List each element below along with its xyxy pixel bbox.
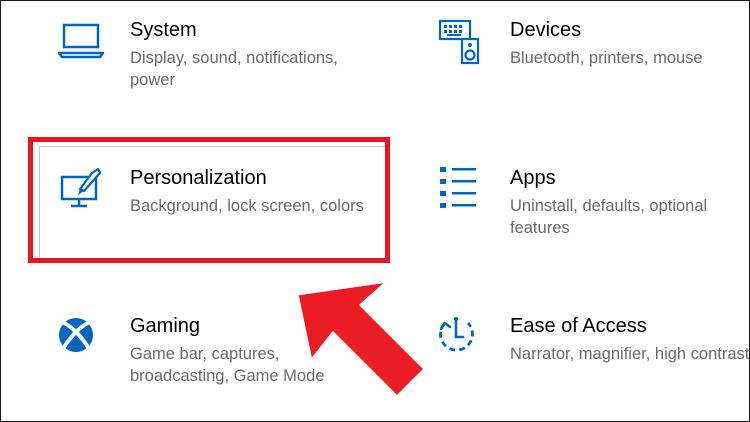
tile-description: Uninstall, defaults, optional features	[510, 197, 708, 237]
tile-description: Narrator, magnifier, high contrast	[510, 345, 750, 363]
settings-tile-devices[interactable]: Devices Bluetooth, printers, mouse	[436, 19, 749, 129]
tile-title: Personalization	[130, 167, 267, 189]
settings-window: System Display, sound, notifications, po…	[0, 0, 750, 422]
tile-title: System	[130, 19, 197, 41]
settings-tile-system[interactable]: System Display, sound, notifications, po…	[56, 19, 386, 129]
keyboard-speaker-icon	[436, 19, 490, 73]
settings-tile-apps[interactable]: Apps Uninstall, defaults, optional featu…	[436, 167, 749, 277]
xbox-icon	[56, 315, 110, 369]
ease-of-access-icon	[436, 315, 490, 369]
tile-description: Background, lock screen, colors	[130, 197, 364, 215]
tile-title: Devices	[510, 19, 582, 41]
monitor-brush-icon	[56, 167, 110, 221]
tile-title: Apps	[510, 167, 556, 189]
apps-list-icon	[436, 167, 490, 221]
tile-title: Ease of Access	[510, 315, 647, 337]
tile-description: Bluetooth, printers, mouse	[510, 49, 703, 67]
settings-tile-ease-of-access[interactable]: Ease of Access Narrator, magnifier, high…	[436, 315, 750, 421]
laptop-icon	[56, 19, 110, 73]
settings-tile-personalization[interactable]: Personalization Background, lock screen,…	[56, 167, 386, 277]
tile-description: Display, sound, notifications, power	[130, 49, 338, 89]
tile-description: Game bar, captures, broadcasting, Game M…	[130, 345, 325, 385]
settings-tile-gaming[interactable]: Gaming Game bar, captures, broadcasting,…	[56, 315, 386, 421]
tile-title: Gaming	[130, 315, 201, 337]
